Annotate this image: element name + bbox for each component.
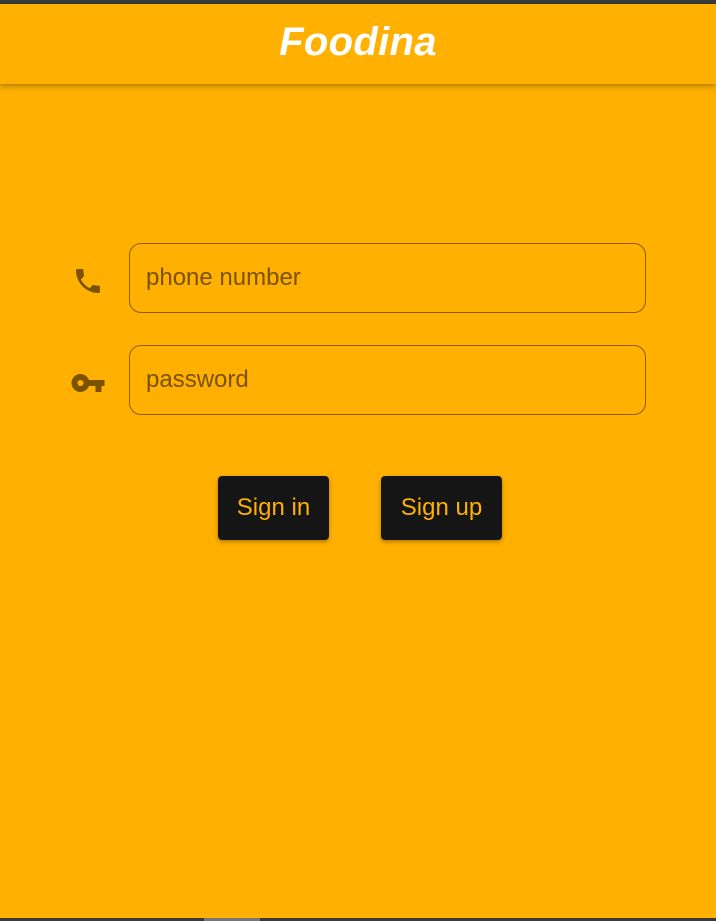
sign-up-button[interactable]: Sign up [381,476,502,540]
password-input[interactable] [129,345,646,415]
sign-in-button[interactable]: Sign in [218,476,329,540]
phone-number-input[interactable] [129,243,646,313]
app-title: Foodina [279,20,437,64]
app-bar: Foodina [0,4,716,84]
phone-icon [70,263,106,299]
key-icon [70,365,106,401]
password-field-row [0,345,716,417]
phone-field-row [0,243,716,315]
